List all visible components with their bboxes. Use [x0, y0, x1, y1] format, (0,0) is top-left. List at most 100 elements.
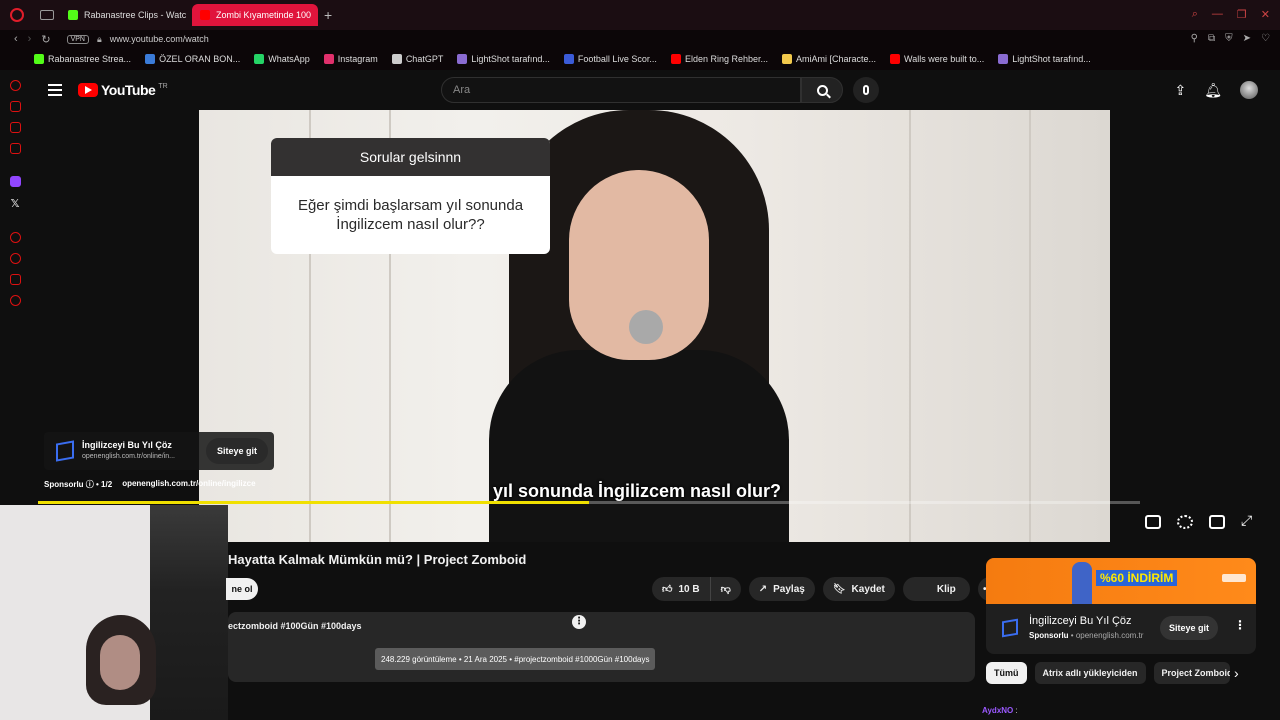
progress-bar[interactable]	[38, 501, 1140, 504]
youtube-logo[interactable]: YouTube TR	[78, 82, 168, 98]
bookmark-item[interactable]: Instagram	[323, 54, 378, 64]
snapshot-icon[interactable]: ⧉	[1208, 33, 1215, 44]
open-english-logo-icon	[56, 440, 74, 462]
bookmark-item[interactable]: Walls were built to...	[890, 54, 984, 64]
settings-icon[interactable]	[9, 295, 21, 306]
stream-chat-line: AydxNO :	[982, 706, 1018, 715]
search-button[interactable]	[801, 77, 843, 103]
bookmark-item[interactable]: Rabanastree Strea...	[34, 54, 131, 64]
region-code: TR	[158, 82, 168, 90]
twitch-icon[interactable]	[9, 176, 21, 187]
share-button[interactable]: ↗ Paylaş	[748, 577, 815, 601]
ad-person-figure	[1072, 562, 1092, 604]
youtube-header: YouTube TR Ara ⇪ 🔔︎	[30, 70, 1280, 110]
save-button[interactable]: 🔖︎ Kaydet	[822, 577, 895, 601]
tab-label: Zombi Kıyametinde 100	[216, 10, 312, 20]
ad-title: İngilizceyi Bu Yıl Çöz	[82, 440, 172, 450]
like-button[interactable]: 👍︎ 10 B	[652, 577, 710, 601]
description-box[interactable]: ectzomboid #100Gün #100days ⋮ 248.229 gö…	[228, 612, 975, 682]
kick-icon	[68, 10, 78, 20]
chat-separator: :	[1015, 706, 1018, 715]
streamer-face	[100, 635, 140, 690]
description-tags: ectzomboid #100Gün #100days	[228, 621, 362, 631]
wall-panel	[1029, 110, 1031, 542]
bookmark-item[interactable]: Football Live Scor...	[563, 54, 657, 64]
send-icon[interactable]: ➤	[1243, 33, 1251, 44]
aria-icon[interactable]	[9, 274, 21, 285]
bookmark-label: WhatsApp	[268, 54, 310, 64]
bookmark-favicon-icon	[998, 54, 1009, 64]
close-icon[interactable]: ✕	[1261, 8, 1270, 21]
subscribe-button[interactable]: ne ol	[226, 578, 258, 600]
dislike-button[interactable]: 👎︎	[709, 577, 741, 601]
tab-island-icon[interactable]	[40, 10, 54, 20]
browser-tab-2[interactable]: Zombi Kıyametinde 100	[192, 4, 318, 26]
pin-icon[interactable]: ⚲	[1191, 33, 1198, 44]
bookmark-label: LightShot tarafınd...	[471, 54, 550, 64]
search-tabs-icon[interactable]: ⌕	[1192, 8, 1198, 21]
x-icon[interactable]: 𝕏	[11, 197, 20, 210]
visit-site-button[interactable]: Siteye git	[206, 438, 268, 464]
clip-button[interactable]: Klip	[902, 577, 970, 601]
bookmark-favicon-icon	[391, 54, 402, 64]
speed-dial-icon[interactable]	[9, 80, 21, 91]
url-field[interactable]: www.youtube.com/watch	[110, 34, 209, 44]
menu-icon[interactable]	[48, 84, 62, 96]
minimize-icon[interactable]: —	[1212, 8, 1223, 21]
bookmark-item[interactable]: AmiAmi [Characte...	[782, 54, 876, 64]
header-actions: ⇪ 🔔︎	[1174, 81, 1258, 99]
forward-icon[interactable]: ›	[28, 33, 32, 45]
sidebar-visit-site-button[interactable]: Siteye git	[1160, 616, 1218, 640]
video-title: Hayatta Kalmak Mümkün mü? | Project Zomb…	[228, 552, 527, 567]
bookmark-item[interactable]: ÖZEL ORAN BON...	[145, 54, 240, 64]
voice-search-button[interactable]	[853, 77, 879, 103]
history-icon[interactable]	[9, 253, 21, 264]
reload-icon[interactable]: ↻	[41, 33, 50, 46]
bookmark-favicon-icon	[457, 54, 468, 64]
browser-tab-bar: Rabanastree Clips - Watch Zombi Kıyameti…	[0, 0, 1280, 30]
upload-icon[interactable]: ⇪	[1174, 82, 1186, 99]
chip-from-uploader[interactable]: Atrix adlı yükleyiciden	[1034, 662, 1146, 684]
extensions-icon[interactable]	[9, 101, 21, 112]
music-icon[interactable]	[9, 143, 21, 154]
heart-icon[interactable]: ♡	[1261, 33, 1270, 44]
search-input[interactable]: Ara	[441, 77, 801, 103]
chip-all[interactable]: Tümü	[986, 662, 1027, 684]
theater-mode-icon[interactable]	[1209, 515, 1225, 529]
video-player[interactable]: Sorular gelsinnn Eğer şimdi başlarsam yı…	[199, 110, 1110, 542]
messenger-icon[interactable]	[9, 122, 21, 133]
bookmark-item[interactable]: LightShot tarafınd...	[998, 54, 1091, 64]
more-options-icon[interactable]: ⋮	[572, 615, 586, 629]
subtitles-icon[interactable]	[1145, 515, 1161, 529]
ad-overlay-card[interactable]: İngilizceyi Bu Yıl Çöz openenglish.com.t…	[44, 432, 274, 470]
ad-full-url[interactable]: openenglish.com.tr/online/ingilizce	[122, 479, 255, 490]
maximize-icon[interactable]: ❐	[1237, 8, 1247, 21]
avatar[interactable]	[1240, 81, 1258, 99]
bookmark-item[interactable]: WhatsApp	[254, 54, 310, 64]
settings-gear-icon[interactable]	[1177, 515, 1193, 529]
opera-sidebar: 𝕏	[0, 70, 30, 510]
address-bar-tools: ⚲ ⧉ ⛨ ➤ ♡	[1191, 33, 1270, 44]
bookmark-item[interactable]: ChatGPT	[391, 54, 443, 64]
lock-icon[interactable]: 🔒︎	[97, 34, 102, 45]
youtube-icon	[200, 10, 210, 20]
opera-logo-icon[interactable]	[10, 8, 24, 22]
bookmark-label: Football Live Scor...	[577, 54, 657, 64]
chip-project-zomboid[interactable]: Project Zomboid	[1153, 662, 1230, 684]
notifications-bell-icon[interactable]: 🔔︎	[1204, 82, 1222, 99]
bookmark-favicon-icon	[890, 54, 901, 64]
ad-menu-icon[interactable]: ⋮	[1234, 618, 1246, 632]
player-icon[interactable]	[9, 232, 21, 243]
new-tab-button[interactable]: +	[324, 7, 332, 23]
bookmark-item[interactable]: LightShot tarafınd...	[457, 54, 550, 64]
browser-tab-1[interactable]: Rabanastree Clips - Watch	[60, 4, 186, 26]
chevron-right-icon[interactable]: ›	[1234, 665, 1239, 681]
bookmark-item[interactable]: Elden Ring Rehber...	[670, 54, 768, 64]
back-icon[interactable]: ‹	[14, 33, 18, 45]
shield-icon[interactable]: ⛨	[1225, 33, 1233, 44]
bookmark-icon: 🔖︎	[832, 583, 846, 595]
fullscreen-icon[interactable]	[1241, 512, 1257, 529]
ad-banner-image[interactable]: %60 İNDİRİM	[986, 558, 1256, 604]
vpn-badge[interactable]: VPN	[66, 34, 89, 44]
sidebar-ad[interactable]: %60 İNDİRİM İngilizceyi Bu Yıl Çöz Spons…	[986, 558, 1256, 654]
